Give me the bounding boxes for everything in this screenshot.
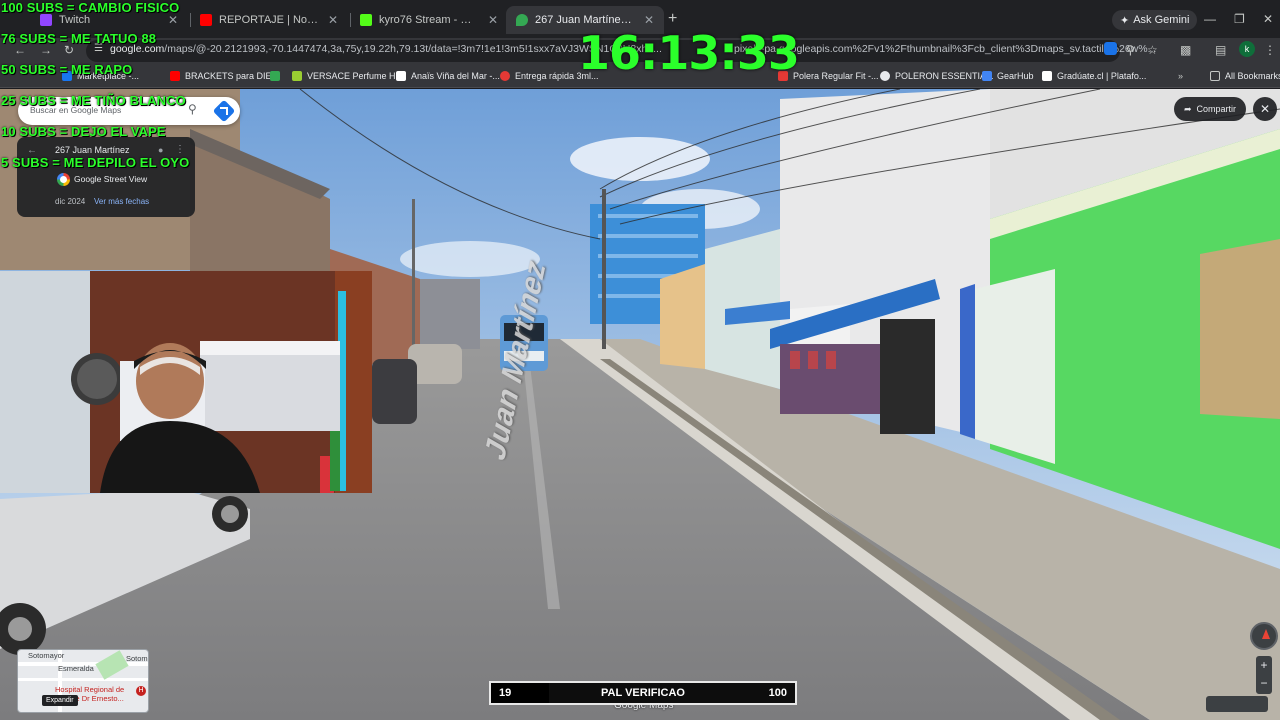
bookmark-item[interactable]: Anaïs Viña del Mar -... <box>396 69 500 83</box>
sub-goal-progress-bar: 19 PAL VERIFICAO 100 <box>489 681 797 705</box>
youtube-icon <box>170 71 180 81</box>
zoom-in-icon[interactable]: + <box>1256 656 1272 674</box>
sub-goal: 100 SUBS = CAMBIO FISICO <box>1 0 180 15</box>
bookmark-item[interactable]: BRACKETS para DIE... <box>170 69 279 83</box>
map-pin-icon[interactable]: ● <box>158 145 163 155</box>
zoom-control[interactable]: + − <box>1256 656 1272 694</box>
more-options-icon[interactable]: ⋮ <box>175 144 185 155</box>
tab-youtube[interactable]: REPORTAJE | Nos infiltramos en ✕ <box>190 6 348 34</box>
more-bookmarks-icon[interactable]: » <box>1178 69 1183 83</box>
close-tab-icon[interactable]: ✕ <box>488 13 498 27</box>
bookmark-item[interactable]: Gradúate.cl | Platafo... <box>1042 69 1146 83</box>
close-tab-icon[interactable]: ✕ <box>644 13 654 27</box>
tab-title: kyro76 Stream - Watch Live on <box>379 14 481 26</box>
sub-goal: 10 SUBS = DEJO EL VAPE <box>1 124 166 139</box>
tab-kick[interactable]: kyro76 Stream - Watch Live on ✕ <box>350 6 508 34</box>
sub-goal: 5 SUBS = ME DEPILO EL OYO <box>1 155 190 170</box>
tab-search-icon[interactable]: ▤ <box>1215 43 1226 57</box>
expand-map-button[interactable]: Expandir <box>42 695 78 706</box>
sub-goal: 50 SUBS = ME RAPO <box>1 62 133 77</box>
bookmark-site-icon <box>292 71 302 81</box>
profile-avatar[interactable]: k <box>1239 41 1255 57</box>
extension-icon[interactable] <box>1104 42 1117 55</box>
twitch-icon <box>40 14 52 26</box>
zoom-out-icon[interactable]: − <box>1256 674 1272 692</box>
sub-goal: 76 SUBS = ME TATUO 88 <box>1 31 157 46</box>
all-bookmarks-folder[interactable]: All Bookmarks <box>1210 69 1280 83</box>
zoom-icon[interactable]: ⚲ <box>1126 43 1135 57</box>
tab-title: REPORTAJE | Nos infiltramos en <box>219 14 321 26</box>
gemini-icon: ✦ <box>1120 14 1130 27</box>
youtube-icon <box>200 14 212 26</box>
minimap-label: Esmeralda <box>58 664 94 673</box>
layers-thumbnail-strip[interactable] <box>1206 696 1268 712</box>
folder-icon <box>1210 71 1220 81</box>
minimap-label: Sotomayor <box>28 651 65 660</box>
close-tab-icon[interactable]: ✕ <box>168 13 178 27</box>
directions-icon[interactable] <box>212 99 236 123</box>
close-street-view-button[interactable]: ✕ <box>1253 97 1277 121</box>
ask-gemini-button[interactable]: ✦ Ask Gemini <box>1112 10 1198 30</box>
share-button[interactable]: ➦ Compartir <box>1174 97 1246 121</box>
bookmark-item[interactable] <box>270 69 285 83</box>
share-label: Compartir <box>1196 104 1237 114</box>
menu-icon[interactable]: ⋮ <box>1264 43 1276 57</box>
globe-icon <box>880 71 890 81</box>
extensions-icon[interactable]: ▩ <box>1180 43 1191 57</box>
bookmark-item[interactable]: POLERON ESSENTIA... <box>880 69 994 83</box>
google-maps-icon <box>516 14 528 26</box>
compass-icon[interactable] <box>1250 622 1278 650</box>
bookmark-item[interactable]: GearHub <box>982 69 1034 83</box>
stream-clock: 16:13:33 <box>578 26 800 80</box>
hospital-icon: H <box>136 686 146 696</box>
progress-max: 100 <box>768 687 787 699</box>
bookmark-site-icon <box>500 71 510 81</box>
mini-map[interactable]: Sotomayor Sotom Esmeralda Hospital Regio… <box>17 649 149 713</box>
gemini-label: Ask Gemini <box>1133 14 1190 26</box>
capture-date: dic 2024 <box>55 197 86 206</box>
more-dates-link[interactable]: Ver más fechas <box>94 197 149 206</box>
search-icon[interactable]: ⚲ <box>188 102 197 116</box>
minimize-icon[interactable]: — <box>1204 12 1216 26</box>
restore-icon[interactable]: ❐ <box>1234 12 1245 26</box>
close-window-icon[interactable]: ✕ <box>1263 12 1273 26</box>
street-view-info-card: ← 267 Juan Martínez ● ⋮ Google Street Vi… <box>17 137 195 217</box>
share-icon: ➦ <box>1183 103 1192 114</box>
bookmark-site-icon <box>982 71 992 81</box>
address-label: 267 Juan Martínez <box>55 145 130 155</box>
tab-title: Twitch <box>59 14 91 26</box>
screen: Juan Martínez Buscar en Google Maps ⚲ ← … <box>0 0 1280 720</box>
progress-label: PAL VERIFICAO <box>601 687 685 699</box>
sheets-icon <box>270 71 280 81</box>
close-tab-icon[interactable]: ✕ <box>328 13 338 27</box>
bookmark-item[interactable]: VERSACE Perfume H... <box>292 69 403 83</box>
bookmark-star-icon[interactable]: ☆ <box>1147 43 1158 57</box>
sub-goal: 25 SUBS = ME TIÑO BLANCO <box>1 93 186 108</box>
minimap-label: Hospital Regional de <box>55 685 125 694</box>
google-logo-icon <box>57 173 70 186</box>
tab-title: 267 Juan Martínez - Google Ma <box>535 14 637 26</box>
kick-icon <box>360 14 372 26</box>
bookmark-site-icon <box>1042 71 1052 81</box>
bookmark-site-icon <box>396 71 406 81</box>
webcam-feed <box>0 271 372 493</box>
minimap-label: Sotom <box>126 654 148 663</box>
street-view-brand: Google Street View <box>74 174 148 184</box>
close-icon: ✕ <box>1259 102 1271 116</box>
